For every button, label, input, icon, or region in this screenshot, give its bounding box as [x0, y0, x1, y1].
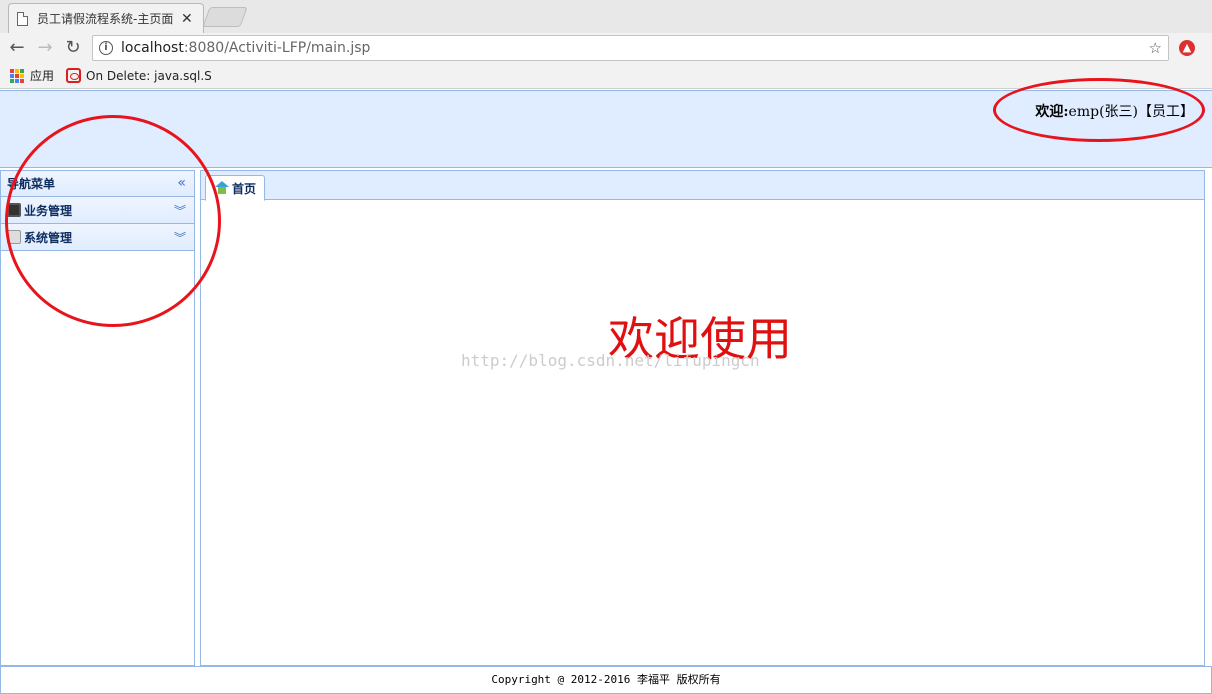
browser-tab[interactable]: 员工请假流程系统-主页面 ✕ — [8, 3, 204, 33]
tab-home[interactable]: 首页 — [205, 175, 266, 201]
tabs-bar: 首页 — [201, 171, 1204, 201]
browser-tabstrip: 员工请假流程系统-主页面 ✕ — [0, 0, 1212, 33]
nav-item-business[interactable]: 业务管理 ︾ — [1, 197, 194, 224]
tab-home-label: 首页 — [232, 181, 257, 196]
home-icon — [214, 181, 230, 195]
settings-icon — [7, 230, 21, 244]
welcome-label: 欢迎: — [1035, 104, 1069, 120]
document-icon — [17, 11, 28, 26]
back-icon[interactable]: ← — [6, 37, 28, 59]
address-bar[interactable]: i localhost:8080/Activiti-LFP/main.jsp ☆ — [92, 35, 1169, 61]
copyright: Copyright @ 2012-2016 李福平 版权所有 — [491, 673, 721, 686]
info-icon[interactable]: i — [99, 41, 113, 55]
nav-menu-title: 导航菜单 — [7, 177, 56, 191]
nav-menu-header: 导航菜单 « — [1, 171, 194, 197]
center-panel: 首页 欢迎使用 http://blog.csdn.net/lifupingcn — [200, 170, 1205, 666]
new-tab-button[interactable] — [202, 7, 248, 27]
bookmark-star-icon[interactable]: ☆ — [1149, 39, 1162, 57]
nav-item-label: 业务管理 — [24, 203, 73, 218]
oracle-icon — [66, 68, 82, 83]
footer: Copyright @ 2012-2016 李福平 版权所有 — [0, 666, 1212, 694]
double-chevron-left-icon[interactable]: « — [177, 175, 186, 191]
bookmarks-bar: 应用 On Delete: java.sql.S — [0, 63, 1212, 89]
url-host: localhost — [121, 40, 184, 56]
bookmark-on-delete[interactable]: On Delete: java.sql.S — [86, 69, 212, 83]
double-chevron-down-icon[interactable]: ︾ — [174, 229, 186, 246]
forward-icon[interactable]: → — [34, 37, 56, 59]
welcome-user-name: emp(张三)【员工】 — [1068, 104, 1194, 120]
nav-item-system[interactable]: 系统管理 ︾ — [1, 224, 194, 251]
browser-toolbar: ← → ↻ i localhost:8080/Activiti-LFP/main… — [0, 33, 1212, 63]
double-chevron-down-icon[interactable]: ︾ — [174, 202, 186, 219]
watermark: http://blog.csdn.net/lifupingcn — [461, 351, 760, 370]
header-region: 欢迎:emp(张三)【员工】 — [0, 90, 1212, 168]
nav-item-label: 系统管理 — [24, 230, 73, 245]
close-icon[interactable]: ✕ — [181, 11, 193, 27]
bookmark-apps[interactable]: 应用 — [30, 67, 54, 84]
app-page: 欢迎:emp(张三)【员工】 导航菜单 « 业务管理 ︾ 系统管理 ︾ 首页 欢… — [0, 90, 1212, 694]
users-icon — [7, 203, 21, 217]
nav-menu-panel: 导航菜单 « 业务管理 ︾ 系统管理 ︾ — [0, 170, 195, 666]
apps-grid-icon[interactable] — [10, 68, 24, 83]
url-path: :8080/Activiti-LFP/main.jsp — [183, 40, 371, 56]
browser-tab-title: 员工请假流程系统-主页面 — [37, 12, 174, 26]
extension-icon[interactable]: ▲ — [1179, 40, 1195, 56]
welcome-user: 欢迎:emp(张三)【员工】 — [1035, 101, 1194, 121]
reload-icon[interactable]: ↻ — [62, 37, 84, 59]
